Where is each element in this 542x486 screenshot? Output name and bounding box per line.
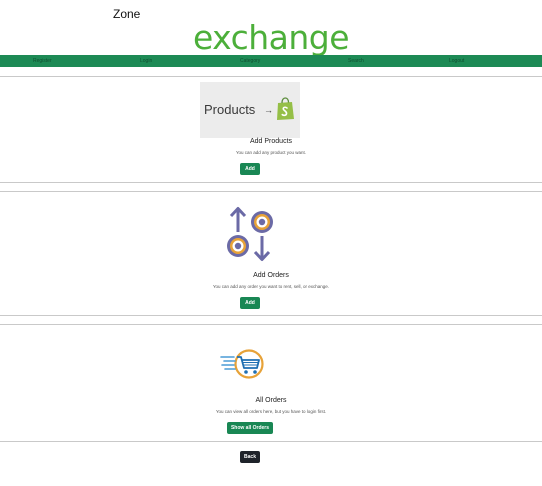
- nav-logout-link[interactable]: Logout: [449, 57, 464, 65]
- divider: [0, 315, 542, 316]
- all-orders-title: All Orders: [255, 397, 287, 404]
- navbar: Register Login Category Search Logout: [0, 55, 542, 67]
- exchange-arrows-icon: [227, 207, 273, 261]
- exchange-logo[interactable]: exchange: [0, 16, 542, 60]
- add-product-button[interactable]: Add: [240, 163, 260, 175]
- divider: [0, 191, 542, 192]
- arrow-right-icon: →: [264, 105, 273, 115]
- products-image: Products →: [200, 82, 300, 138]
- divider: [0, 324, 542, 325]
- add-orders-title: Add Orders: [253, 272, 289, 279]
- divider: [0, 441, 542, 442]
- nav-login-link[interactable]: Login: [140, 57, 152, 65]
- add-order-button[interactable]: Add: [240, 297, 260, 309]
- divider: [0, 76, 542, 77]
- add-products-title: Add Products: [249, 138, 293, 145]
- nav-register-link[interactable]: Register: [33, 57, 52, 65]
- add-products-description: You can add any product you want.: [235, 150, 307, 155]
- shopping-bag-icon: [277, 97, 294, 120]
- divider: [0, 182, 542, 183]
- products-image-text: Products: [204, 102, 256, 117]
- nav-search-link[interactable]: Search: [348, 57, 364, 65]
- fast-cart-icon: [220, 349, 264, 379]
- show-all-orders-button[interactable]: Show all Orders: [227, 422, 273, 434]
- add-orders-description: You can add any order you want to rent, …: [212, 284, 330, 289]
- nav-category-link[interactable]: Category: [240, 57, 260, 65]
- all-orders-description: You can view all orders here, but you ha…: [215, 409, 327, 414]
- back-button[interactable]: Back: [240, 451, 260, 463]
